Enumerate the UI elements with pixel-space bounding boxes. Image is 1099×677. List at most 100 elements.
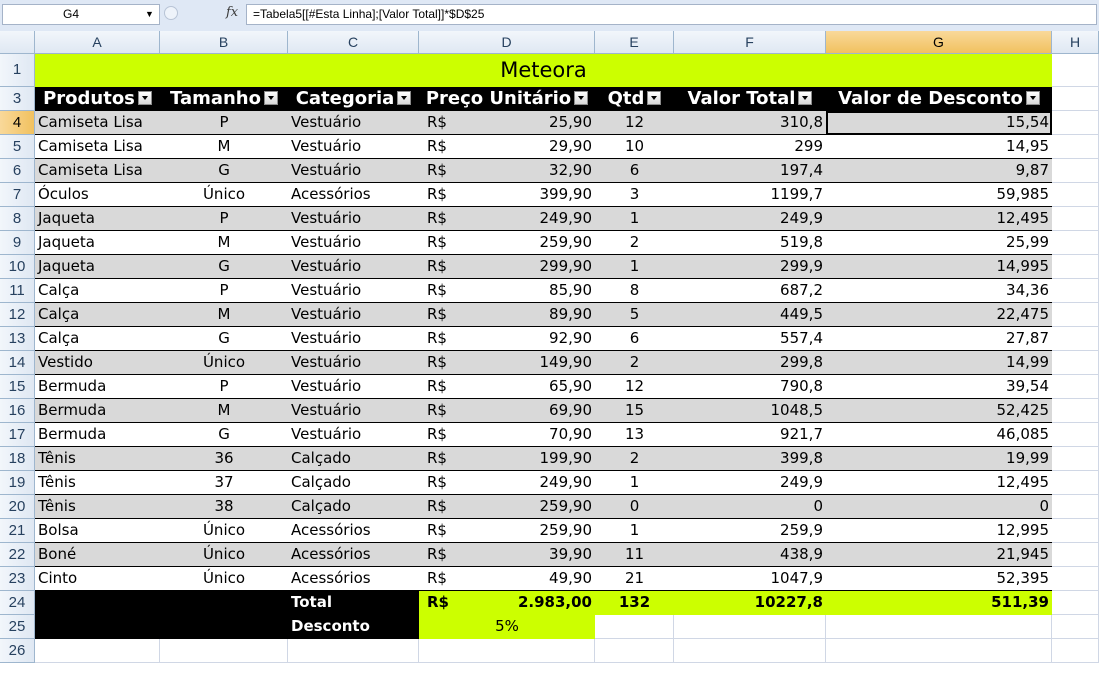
cell-produto[interactable]: Calça <box>35 279 160 303</box>
cell-produto[interactable]: Calça <box>35 303 160 327</box>
formula-input[interactable]: =Tabela5[[#Esta Linha];[Valor Total]]*$D… <box>246 4 1097 25</box>
row-header-23[interactable]: 23 <box>0 567 35 591</box>
column-header-h[interactable]: H <box>1052 31 1099 54</box>
empty-cell[interactable] <box>160 639 288 663</box>
circle-icon[interactable] <box>164 6 178 20</box>
cell-tamanho[interactable]: Único <box>160 567 288 591</box>
cell-categoria[interactable]: Acessórios <box>288 519 419 543</box>
empty-cell[interactable] <box>1052 111 1099 135</box>
empty-cell[interactable] <box>1052 399 1099 423</box>
filter-dropdown-icon[interactable] <box>137 91 152 105</box>
cell-tamanho[interactable]: P <box>160 375 288 399</box>
cell-valor-total[interactable]: 519,8 <box>674 231 826 255</box>
cell-valor-total[interactable]: 1048,5 <box>674 399 826 423</box>
cell-qtd[interactable]: 10 <box>595 135 674 159</box>
column-header-g[interactable]: G <box>826 31 1052 54</box>
cell-preco[interactable]: R$ 249,90 <box>419 207 595 231</box>
empty-cell[interactable] <box>1052 519 1099 543</box>
cell-valor-total[interactable]: 259,9 <box>674 519 826 543</box>
empty-cell[interactable] <box>674 639 826 663</box>
cell-valor-desconto[interactable]: 46,085 <box>826 423 1052 447</box>
cell-tamanho[interactable]: G <box>160 423 288 447</box>
row-header-4[interactable]: 4 <box>0 111 35 135</box>
empty-cell[interactable] <box>35 591 288 615</box>
empty-cell[interactable] <box>1052 567 1099 591</box>
cell-valor-desconto[interactable]: 22,475 <box>826 303 1052 327</box>
cell-valor-total[interactable]: 438,9 <box>674 543 826 567</box>
cell-produto[interactable]: Jaqueta <box>35 231 160 255</box>
cell-categoria[interactable]: Vestuário <box>288 327 419 351</box>
total-label[interactable]: Total <box>288 591 419 615</box>
empty-cell[interactable] <box>1052 423 1099 447</box>
cell-valor-total[interactable]: 249,9 <box>674 207 826 231</box>
cell-categoria[interactable]: Vestuário <box>288 303 419 327</box>
cell-valor-desconto[interactable]: 27,87 <box>826 327 1052 351</box>
cell-produto[interactable]: Bermuda <box>35 375 160 399</box>
cell-valor-desconto[interactable]: 12,495 <box>826 471 1052 495</box>
cell-tamanho[interactable]: Único <box>160 183 288 207</box>
cell-categoria[interactable]: Vestuário <box>288 159 419 183</box>
cell-preco[interactable]: R$ 299,90 <box>419 255 595 279</box>
empty-cell[interactable] <box>826 615 1052 639</box>
row-header-26[interactable]: 26 <box>0 639 35 663</box>
cell-valor-desconto[interactable]: 14,995 <box>826 255 1052 279</box>
cell-qtd[interactable]: 3 <box>595 183 674 207</box>
cell-valor-total[interactable]: 921,7 <box>674 423 826 447</box>
name-box[interactable]: G4 ▼ <box>2 4 160 25</box>
cell-preco[interactable]: R$ 259,90 <box>419 519 595 543</box>
empty-cell[interactable] <box>1052 375 1099 399</box>
cell-tamanho[interactable]: M <box>160 399 288 423</box>
empty-cell[interactable] <box>1052 159 1099 183</box>
cell-valor-desconto[interactable]: 15,54 <box>826 111 1052 135</box>
filter-dropdown-icon[interactable] <box>397 91 412 105</box>
discount-value[interactable]: 5% <box>419 615 595 639</box>
cell-preco[interactable]: R$ 259,90 <box>419 231 595 255</box>
cell-categoria[interactable]: Vestuário <box>288 231 419 255</box>
row-header-5[interactable]: 5 <box>0 135 35 159</box>
cell-categoria[interactable]: Vestuário <box>288 399 419 423</box>
cell-qtd[interactable]: 2 <box>595 447 674 471</box>
row-header-17[interactable]: 17 <box>0 423 35 447</box>
row-header-13[interactable]: 13 <box>0 327 35 351</box>
cell-qtd[interactable]: 15 <box>595 399 674 423</box>
cell-valor-desconto[interactable]: 14,99 <box>826 351 1052 375</box>
cell-produto[interactable]: Bolsa <box>35 519 160 543</box>
table-header-valor_total[interactable]: Valor Total <box>674 87 826 111</box>
row-header-14[interactable]: 14 <box>0 351 35 375</box>
row-header-15[interactable]: 15 <box>0 375 35 399</box>
cell-preco[interactable]: R$ 399,90 <box>419 183 595 207</box>
cell-tamanho[interactable]: P <box>160 279 288 303</box>
cell-produto[interactable]: Óculos <box>35 183 160 207</box>
cell-valor-desconto[interactable]: 0 <box>826 495 1052 519</box>
cell-produto[interactable]: Jaqueta <box>35 255 160 279</box>
cell-produto[interactable]: Camiseta Lisa <box>35 135 160 159</box>
cell-preco[interactable]: R$ 249,90 <box>419 471 595 495</box>
select-all-corner[interactable] <box>0 31 35 54</box>
cell-preco[interactable]: R$ 49,90 <box>419 567 595 591</box>
cell-preco[interactable]: R$ 70,90 <box>419 423 595 447</box>
cell-qtd[interactable]: 5 <box>595 303 674 327</box>
cell-valor-desconto[interactable]: 21,945 <box>826 543 1052 567</box>
cell-valor-desconto[interactable]: 59,985 <box>826 183 1052 207</box>
cell-qtd[interactable]: 1 <box>595 471 674 495</box>
table-header-preco[interactable]: Preço Unitário <box>419 87 595 111</box>
empty-cell[interactable] <box>1052 327 1099 351</box>
cell-valor-total[interactable]: 197,4 <box>674 159 826 183</box>
cell-qtd[interactable]: 12 <box>595 375 674 399</box>
cell-produto[interactable]: Bermuda <box>35 423 160 447</box>
total-valor[interactable]: 10227,8 <box>674 591 826 615</box>
row-header-25[interactable]: 25 <box>0 615 35 639</box>
cell-tamanho[interactable]: M <box>160 231 288 255</box>
total-desconto[interactable]: 511,39 <box>826 591 1052 615</box>
cell-produto[interactable]: Calça <box>35 327 160 351</box>
cell-valor-total[interactable]: 1047,9 <box>674 567 826 591</box>
row-header-24[interactable]: 24 <box>0 591 35 615</box>
cell-preco[interactable]: R$ 32,90 <box>419 159 595 183</box>
cell-preco[interactable]: R$ 259,90 <box>419 495 595 519</box>
empty-cell[interactable] <box>1052 303 1099 327</box>
cell-valor-total[interactable]: 249,9 <box>674 471 826 495</box>
cell-preco[interactable]: R$ 25,90 <box>419 111 595 135</box>
table-header-produtos[interactable]: Produtos <box>35 87 160 111</box>
cell-produto[interactable]: Tênis <box>35 495 160 519</box>
cell-qtd[interactable]: 6 <box>595 327 674 351</box>
